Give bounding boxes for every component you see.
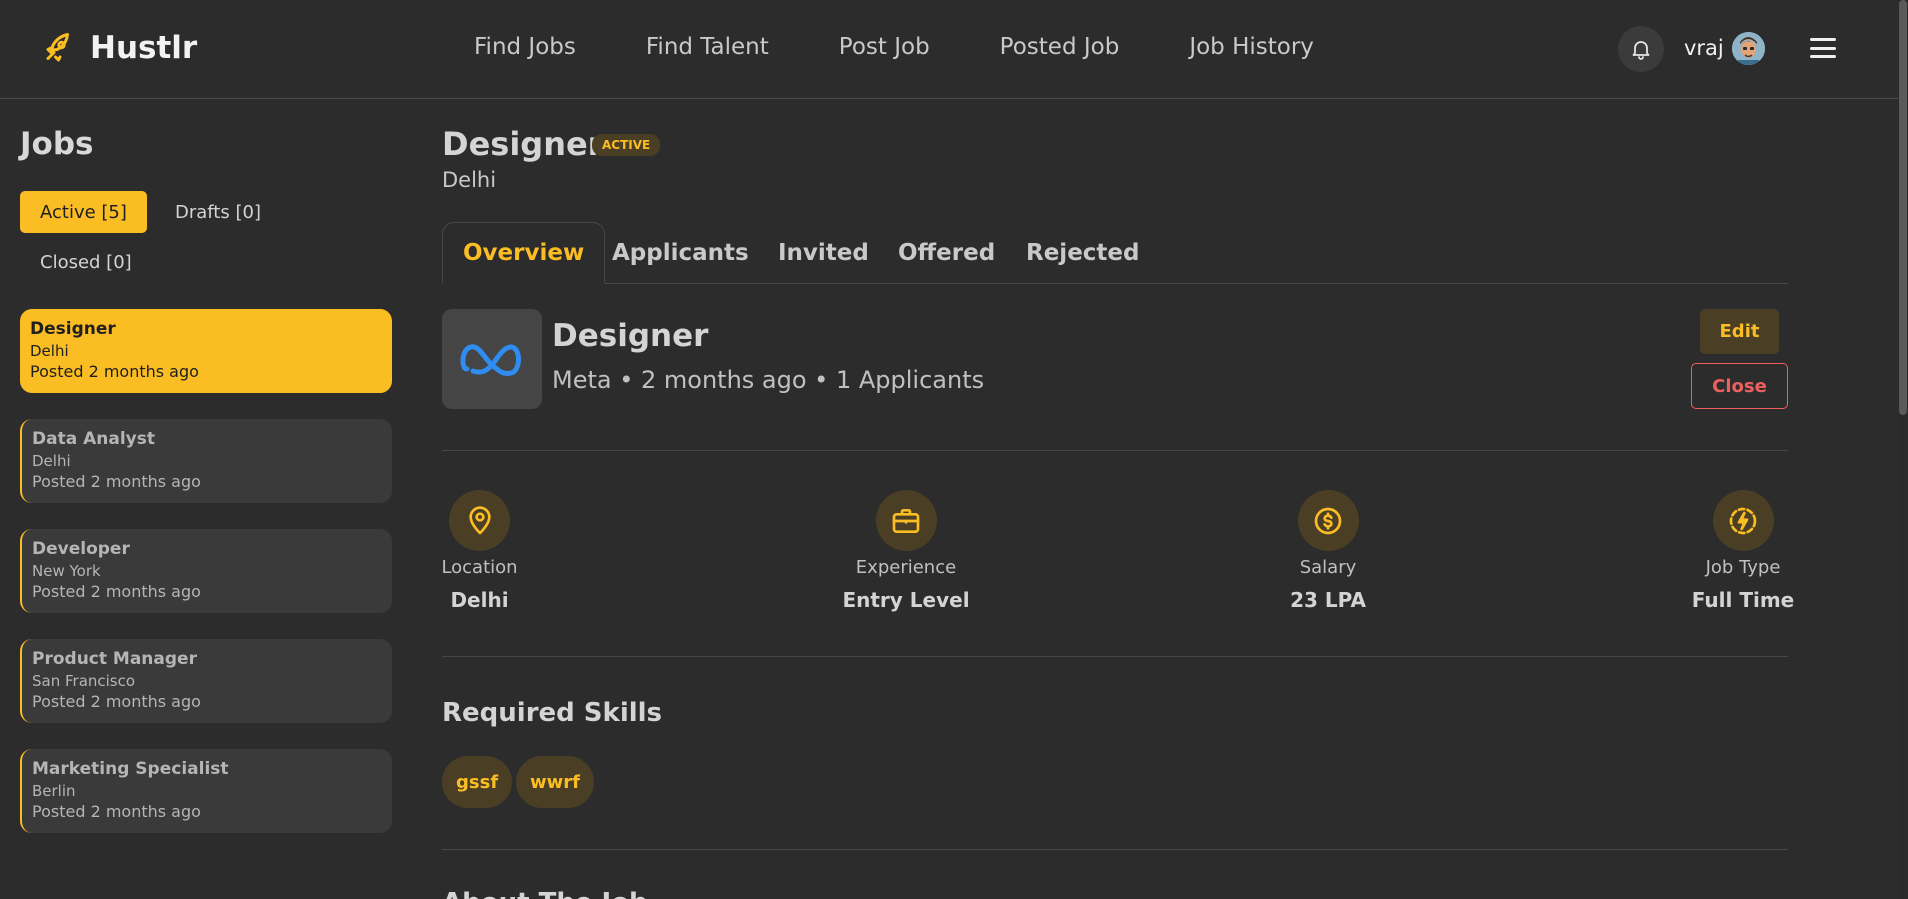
about-title: About The Job xyxy=(442,888,648,899)
job-card-developer[interactable]: Developer New York Posted 2 months ago xyxy=(20,529,392,613)
map-pin-icon xyxy=(449,490,510,551)
job-card-location: Delhi xyxy=(32,452,71,470)
stat-experience: Experience Entry Level xyxy=(842,490,970,612)
filter-closed[interactable]: Closed [0] xyxy=(20,241,152,283)
rocket-icon xyxy=(46,33,69,62)
job-card-location: Berlin xyxy=(32,782,76,800)
job-tabs: Overview Applicants Invited Offered Reje… xyxy=(442,222,1788,284)
close-job-button[interactable]: Close xyxy=(1691,363,1788,409)
scrollbar-thumb[interactable] xyxy=(1899,0,1907,415)
brand-name: Hustlr xyxy=(90,30,198,66)
stat-label: Salary xyxy=(1299,557,1357,578)
job-card-title: Marketing Specialist xyxy=(32,759,229,779)
stat-label: Job Type xyxy=(1705,557,1781,578)
bell-icon xyxy=(1632,41,1650,60)
nav-find-jobs[interactable]: Find Jobs xyxy=(474,34,576,60)
tab-invited[interactable]: Invited xyxy=(778,222,869,284)
job-card-location: New York xyxy=(32,562,101,580)
user-name[interactable]: vraj xyxy=(1684,36,1724,60)
stat-value: Entry Level xyxy=(842,588,970,612)
job-card-title: Designer xyxy=(30,319,116,339)
job-card-marketing-specialist[interactable]: Marketing Specialist Berlin Posted 2 mon… xyxy=(20,749,392,833)
avatar[interactable] xyxy=(1732,32,1765,65)
job-card-location: Delhi xyxy=(30,342,69,360)
divider xyxy=(442,450,1788,451)
hamburger-menu-icon[interactable] xyxy=(1810,36,1836,60)
main-nav: Find Jobs Find Talent Post Job Posted Jo… xyxy=(474,34,1314,60)
divider xyxy=(442,656,1788,657)
dollar-icon xyxy=(1297,490,1359,551)
nav-posted-job[interactable]: Posted Job xyxy=(1000,34,1120,60)
detail-title: Designer xyxy=(552,318,709,354)
job-card-posted: Posted 2 months ago xyxy=(30,362,199,381)
filter-drafts[interactable]: Drafts [0] xyxy=(155,191,281,233)
tab-applicants[interactable]: Applicants xyxy=(612,222,749,284)
filter-active[interactable]: Active [5] xyxy=(20,191,147,233)
tab-rejected[interactable]: Rejected xyxy=(1026,222,1139,284)
detail-meta: Meta • 2 months ago • 1 Applicants xyxy=(552,366,985,394)
job-card-posted: Posted 2 months ago xyxy=(32,472,201,491)
nav-post-job[interactable]: Post Job xyxy=(839,34,930,60)
stat-job-type: Job Type Full Time xyxy=(1692,490,1794,612)
stat-label: Experience xyxy=(855,557,957,578)
job-location: Delhi xyxy=(442,168,497,192)
job-card-posted: Posted 2 months ago xyxy=(32,582,201,601)
job-card-posted: Posted 2 months ago xyxy=(32,692,201,711)
stat-value: Full Time xyxy=(1691,588,1795,612)
divider xyxy=(442,849,1788,850)
status-badge: ACTIVE xyxy=(592,134,661,156)
stat-location: Location Delhi xyxy=(441,490,518,612)
top-header: Hustlr Find Jobs Find Talent Post Job Po… xyxy=(0,0,1898,99)
tab-overview[interactable]: Overview xyxy=(442,222,606,284)
job-card-data-analyst[interactable]: Data Analyst Delhi Posted 2 months ago xyxy=(20,419,392,503)
skill-tag: wwrf xyxy=(516,756,594,808)
company-logo xyxy=(442,309,542,409)
job-card-product-manager[interactable]: Product Manager San Francisco Posted 2 m… xyxy=(20,639,392,723)
meta-logo-icon xyxy=(460,344,521,376)
job-card-title: Product Manager xyxy=(32,649,197,669)
page-scrollbar[interactable] xyxy=(1898,0,1908,899)
job-card-title: Developer xyxy=(32,539,130,559)
nav-job-history[interactable]: Job History xyxy=(1189,34,1314,60)
notifications-button[interactable] xyxy=(1618,26,1664,72)
sidebar-title: Jobs xyxy=(20,126,94,162)
bolt-circle-icon xyxy=(1712,490,1774,551)
job-card-designer[interactable]: Designer Delhi Posted 2 months ago xyxy=(20,309,392,393)
stat-salary: Salary 23 LPA xyxy=(1290,490,1366,612)
job-card-title: Data Analyst xyxy=(32,429,155,449)
page-title: Designer xyxy=(442,125,604,163)
job-card-location: San Francisco xyxy=(32,672,136,690)
stat-value: Delhi xyxy=(450,588,509,612)
edit-button[interactable]: Edit xyxy=(1700,309,1779,354)
stat-label: Location xyxy=(441,557,518,578)
skill-tag: gssf xyxy=(442,756,513,808)
brand-logo[interactable]: Hustlr xyxy=(42,30,197,66)
tab-offered[interactable]: Offered xyxy=(898,222,995,284)
job-card-posted: Posted 2 months ago xyxy=(32,802,201,821)
avatar-image xyxy=(1732,32,1765,65)
briefcase-icon xyxy=(875,490,937,551)
stat-value: 23 LPA xyxy=(1290,588,1366,612)
skills-title: Required Skills xyxy=(442,698,663,728)
nav-find-talent[interactable]: Find Talent xyxy=(646,34,769,60)
